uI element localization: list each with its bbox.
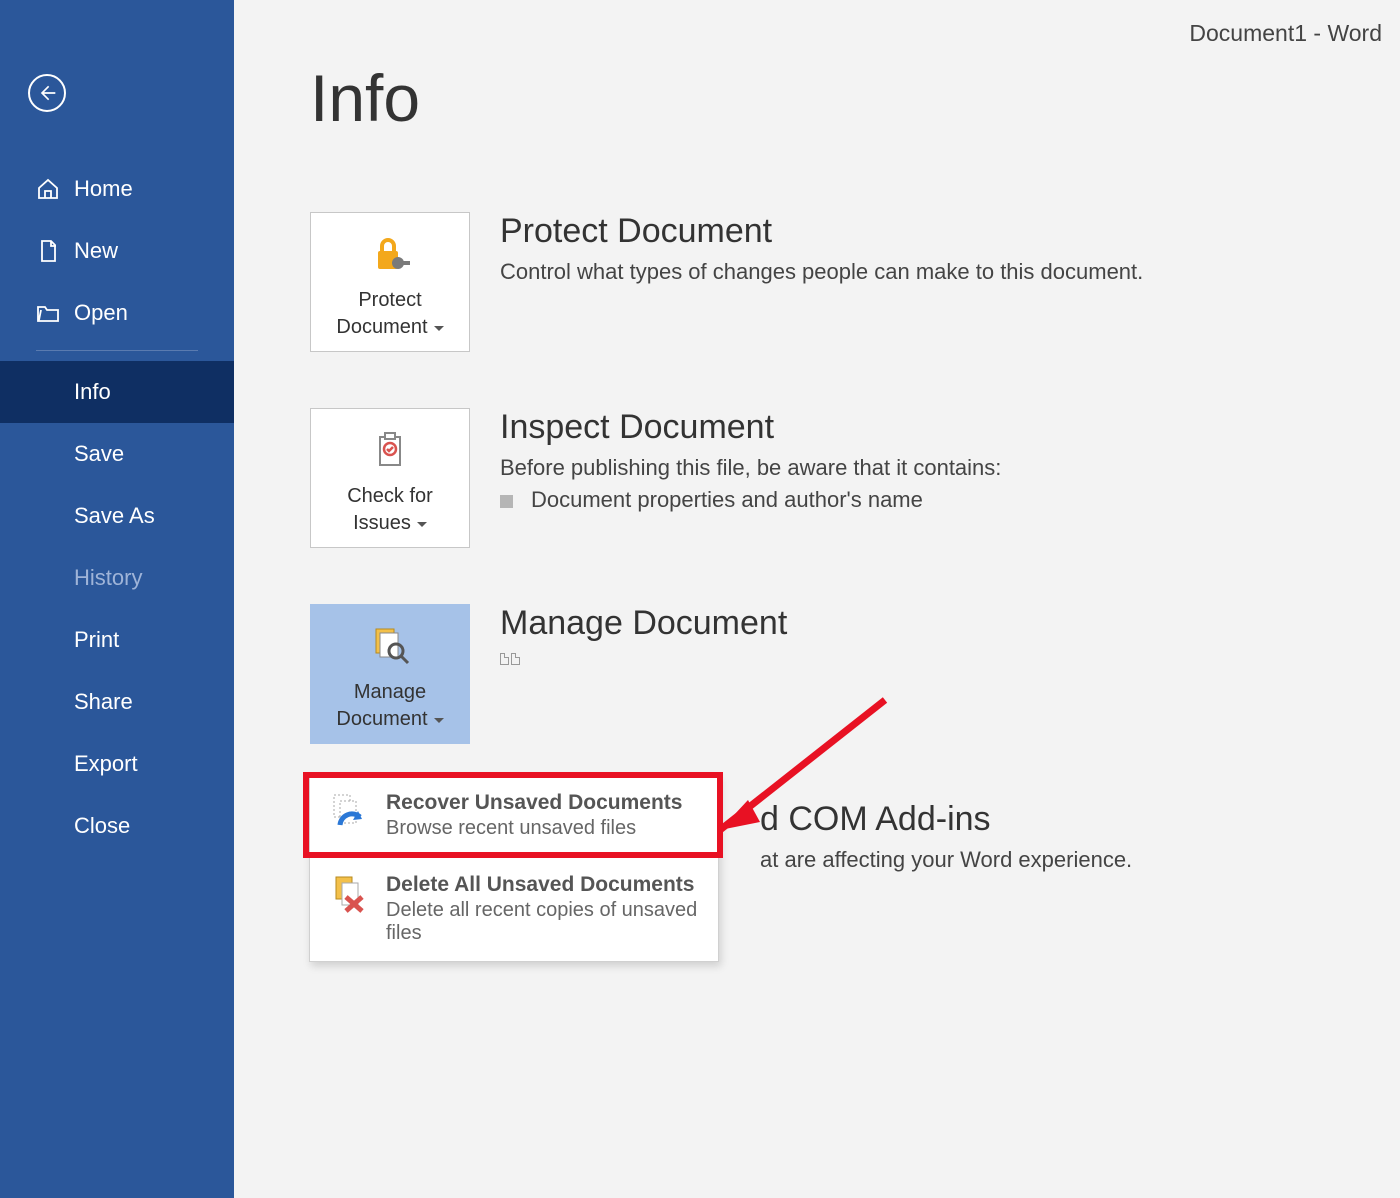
sidebar-item-label: Info	[74, 379, 111, 405]
sidebar-item-history: History	[0, 547, 234, 609]
sidebar-item-export[interactable]: Export	[0, 733, 234, 795]
manage-document-menu: Recover Unsaved Documents Browse recent …	[309, 774, 719, 962]
sidebar-item-info[interactable]: Info	[0, 361, 234, 423]
back-button[interactable]	[28, 74, 66, 112]
clipboard-check-icon	[319, 425, 461, 477]
check-for-issues-button[interactable]: Check for Issues	[310, 408, 470, 548]
section-desc: Before publishing this file, be aware th…	[500, 455, 1001, 481]
protect-document-button[interactable]: Protect Document	[310, 212, 470, 352]
sidebar-item-label: Save As	[74, 503, 155, 529]
section-title-partial: d COM Add-ins	[760, 800, 1132, 839]
sidebar-item-close[interactable]: Close	[0, 795, 234, 857]
section-title: Manage Document	[500, 604, 787, 643]
menu-item-title: Delete All Unsaved Documents	[386, 873, 700, 897]
sidebar-item-save[interactable]: Save	[0, 423, 234, 485]
sidebar-item-label: Home	[74, 176, 133, 202]
sidebar-divider	[36, 350, 198, 351]
home-icon	[36, 177, 60, 201]
new-icon	[36, 239, 60, 263]
delete-documents-icon	[328, 873, 370, 915]
recover-documents-icon	[328, 791, 370, 833]
sidebar-item-label: Print	[74, 627, 119, 653]
section-title: Inspect Document	[500, 408, 1001, 447]
sidebar-item-print[interactable]: Print	[0, 609, 234, 671]
sidebar-item-label: Open	[74, 300, 128, 326]
button-label: Check for Issues	[319, 483, 461, 537]
menu-item-title: Recover Unsaved Documents	[386, 791, 682, 815]
section-title: Protect Document	[500, 212, 1143, 251]
lock-key-icon	[319, 229, 461, 281]
menu-item-recover-unsaved[interactable]: Recover Unsaved Documents Browse recent …	[310, 775, 718, 856]
section-inspect: Check for Issues Inspect Document Before…	[310, 408, 1400, 548]
button-label: Manage Document	[319, 679, 461, 733]
sidebar-item-label: Close	[74, 813, 130, 839]
sidebar-item-save-as[interactable]: Save As	[0, 485, 234, 547]
backstage-sidebar: Home New Open Info Save Save As History …	[0, 0, 234, 1198]
section-desc-partial: at are affecting your Word experience.	[760, 847, 1132, 873]
sidebar-item-home[interactable]: Home	[0, 158, 234, 220]
sidebar-item-share[interactable]: Share	[0, 671, 234, 733]
section-manage: Manage Document Manage Document	[310, 604, 1400, 744]
sidebar-item-label: History	[74, 565, 142, 591]
button-label: Protect Document	[319, 287, 461, 341]
manage-document-button[interactable]: Manage Document	[310, 604, 470, 744]
open-icon	[36, 301, 60, 325]
section-desc: Control what types of changes people can…	[500, 259, 1143, 285]
sidebar-item-label: Share	[74, 689, 133, 715]
menu-item-subtitle: Browse recent unsaved files	[386, 817, 682, 840]
documents-magnifier-icon	[319, 621, 461, 673]
sidebar-item-label: New	[74, 238, 118, 264]
no-versions-icon	[500, 653, 787, 665]
sidebar-item-open[interactable]: Open	[0, 282, 234, 344]
inspect-bullet: Document properties and author's name	[500, 487, 1001, 513]
page-title: Info	[310, 60, 1400, 136]
sidebar-item-label: Save	[74, 441, 124, 467]
section-protect: Protect Document Protect Document Contro…	[310, 212, 1400, 352]
sidebar-item-new[interactable]: New	[0, 220, 234, 282]
menu-item-delete-unsaved[interactable]: Delete All Unsaved Documents Delete all …	[310, 856, 718, 961]
sidebar-item-label: Export	[74, 751, 138, 777]
menu-item-subtitle: Delete all recent copies of unsaved file…	[386, 899, 700, 945]
back-arrow-icon	[37, 83, 57, 103]
